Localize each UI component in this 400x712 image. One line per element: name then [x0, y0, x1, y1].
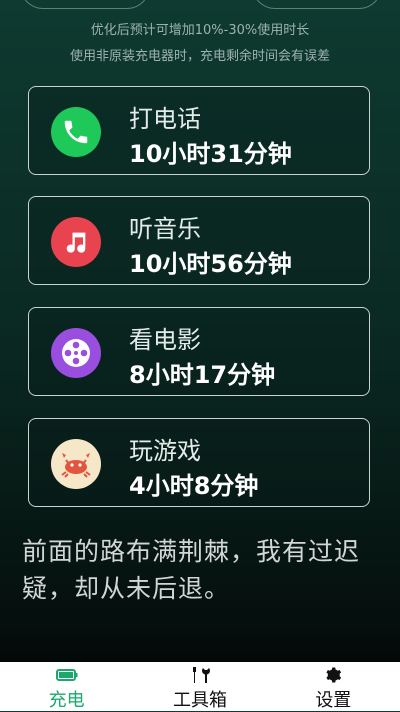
battery-notes: 优化后预计可增加10%-30%使用时长 使用非原装充电器时，充电剩余时间会有误差: [0, 18, 400, 70]
tab-label: 工具箱: [172, 690, 227, 711]
usage-card-call[interactable]: 打电话 10小时31分钟: [28, 86, 370, 175]
usage-name: 玩游戏: [129, 437, 201, 465]
top-arc-right: [252, 0, 382, 9]
note-line-2: 使用非原装充电器时，充电剩余时间会有误差: [69, 49, 330, 64]
phone-icon: [51, 107, 101, 157]
battery-icon: [55, 666, 78, 684]
top-arc-left: [20, 0, 150, 9]
usage-time: 8小时17分钟: [129, 361, 276, 389]
tab-toolbox[interactable]: 工具箱: [133, 662, 266, 711]
usage-card-movie[interactable]: 看电影 8小时17分钟: [28, 307, 370, 396]
crab-icon: [51, 439, 101, 489]
top-decoration: [0, 0, 400, 16]
usage-time: 4小时8分钟: [129, 472, 259, 500]
tools-icon: [189, 666, 211, 684]
film-reel-icon: [51, 328, 101, 378]
usage-card-game[interactable]: 玩游戏 4小时8分钟: [28, 418, 370, 507]
usage-time: 10小时31分钟: [129, 140, 292, 168]
bottom-tab-bar: 充电 工具箱 设置: [0, 662, 400, 711]
usage-name: 听音乐: [129, 215, 201, 243]
gear-icon: [322, 666, 344, 684]
motto-text: 前面的路布满荆棘，我有过迟疑，却从未后退。: [22, 537, 361, 603]
usage-card-music[interactable]: 听音乐 10小时56分钟: [28, 196, 370, 285]
tab-charge[interactable]: 充电: [0, 662, 133, 711]
tab-settings[interactable]: 设置: [267, 662, 400, 711]
usage-name: 看电影: [129, 326, 201, 354]
tab-label: 充电: [48, 690, 85, 711]
usage-time: 10小时56分钟: [129, 250, 292, 278]
usage-name: 打电话: [129, 105, 201, 133]
music-note-icon: [51, 217, 101, 267]
note-line-1: 优化后预计可增加10%-30%使用时长: [90, 23, 310, 38]
tab-label: 设置: [315, 690, 352, 711]
